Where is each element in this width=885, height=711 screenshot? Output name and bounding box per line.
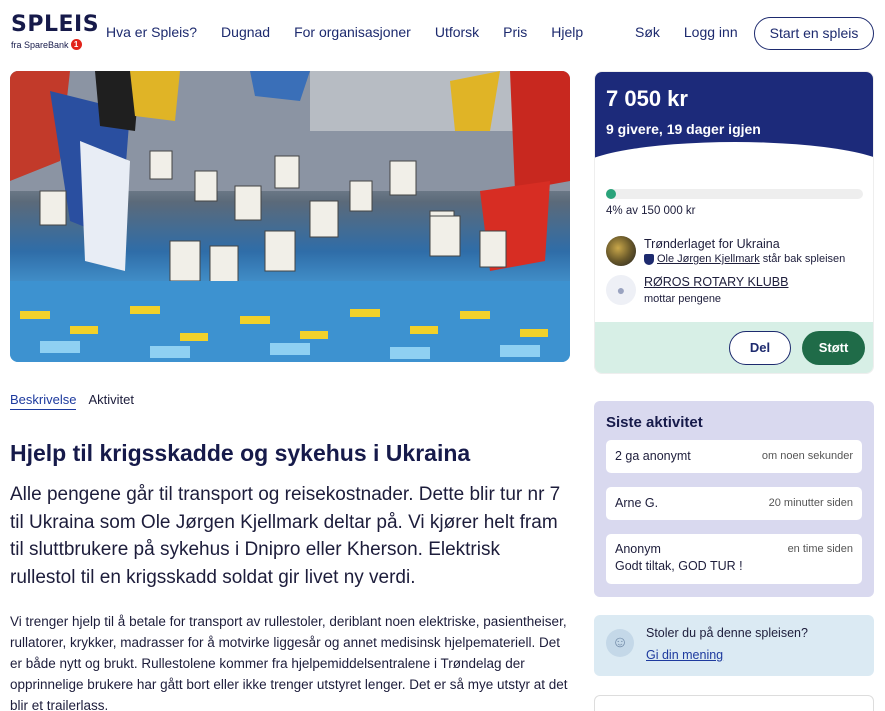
support-button[interactable]: Støtt [802, 331, 865, 365]
progress-bar-fill [606, 189, 617, 199]
header-actions: Søk Logg inn [635, 24, 738, 40]
organizer-avatar[interactable] [606, 236, 636, 266]
main-nav: Hva er Spleis? Dugnad For organisasjoner… [106, 24, 583, 40]
nav-item-hva-er-spleis[interactable]: Hva er Spleis? [106, 24, 197, 40]
summary-card-actions: Del Støtt [595, 322, 873, 373]
campaign-tabs: Beskrivelse Aktivitet [10, 392, 134, 410]
recipient: ● RØROS ROTARY KLUBB mottar pengene [606, 275, 788, 305]
organizer: Trønderlaget for Ukraina Ole Jørgen Kjel… [606, 236, 845, 266]
campaign-hero-image [10, 71, 570, 362]
activity-item-name: 2 ga anonymt [615, 449, 691, 463]
summary-card: 7 050 kr 9 givere, 19 dager igjen 4% av … [594, 71, 874, 374]
activity-item: 2 ga anonymt om noen sekunder [606, 440, 862, 473]
nav-item-for-organisasjoner[interactable]: For organisasjoner [294, 24, 411, 40]
neutral-face-icon: ☺ [606, 629, 634, 657]
give-opinion-link[interactable]: Gi din mening [646, 648, 723, 662]
organizer-person-link[interactable]: Ole Jørgen Kjellmark [657, 253, 760, 265]
logo-subtitle-text: fra SpareBank [11, 39, 69, 50]
activity-item-time: en time siden [787, 543, 853, 555]
summary-card-header: 7 050 kr 9 givere, 19 dager igjen [595, 72, 873, 202]
trust-question: Stoler du på denne spleisen? [646, 626, 808, 640]
recent-activity: Siste aktivitet 2 ga anonymt om noen sek… [594, 401, 874, 597]
activity-item-name: Anonym [615, 542, 661, 556]
campaign-title: Hjelp til krigsskadde og sykehus i Ukrai… [10, 440, 471, 466]
organizer-suffix: står bak spleisen [762, 253, 846, 265]
trust-feedback: ☺ Stoler du på denne spleisen? Gi din me… [594, 615, 874, 676]
campaign-lead: Alle pengene går til transport og reisek… [10, 484, 561, 588]
logo-wordmark: SPLEIS [11, 12, 100, 37]
nav-item-utforsk[interactable]: Utforsk [435, 24, 479, 40]
activity-item-time: om noen sekunder [761, 450, 853, 462]
recipient-sub: mottar pengene [644, 293, 722, 305]
goal-text: 4% av 150 000 kr [606, 205, 696, 217]
spleis-logo[interactable]: SPLEIS fra SpareBank 1 [11, 14, 99, 50]
organizer-name: Trønderlaget for Ukraina [644, 237, 780, 251]
tab-description[interactable]: Beskrivelse [10, 392, 77, 410]
nav-item-hjelp[interactable]: Hjelp [551, 24, 583, 40]
share-button[interactable]: Del [729, 331, 791, 365]
activity-item-name: Arne G. [615, 496, 659, 510]
sparebank-badge-icon: 1 [70, 39, 82, 50]
nav-item-dugnad[interactable]: Dugnad [221, 24, 270, 40]
tab-activity[interactable]: Aktivitet [88, 392, 134, 410]
verified-shield-icon [644, 253, 654, 265]
progress-bar [606, 189, 863, 199]
raised-amount: 7 050 kr [606, 86, 688, 111]
activity-item-time: 20 minutter siden [768, 497, 853, 509]
login-link[interactable]: Logg inn [684, 24, 738, 40]
activity-item: Anonym en time siden Godt tiltak, GOD TU… [606, 534, 862, 584]
givers-days-left: 9 givere, 19 dager igjen [606, 121, 761, 137]
organizer-person-line: Ole Jørgen Kjellmark står bak spleisen [644, 253, 845, 265]
logo-subtitle: fra SpareBank 1 [11, 39, 99, 50]
nav-item-pris[interactable]: Pris [503, 24, 527, 40]
search-link[interactable]: Søk [635, 24, 660, 40]
activity-item-message: Godt tiltak, GOD TUR ! [615, 559, 743, 573]
recipient-name-link[interactable]: RØROS ROTARY KLUBB [644, 275, 788, 289]
recent-activity-title: Siste aktivitet [606, 414, 703, 431]
campaign-body: Vi trenger hjelp til å betale for transp… [10, 614, 568, 711]
recipient-avatar-icon: ● [606, 275, 636, 305]
activity-item: Arne G. 20 minutter siden [606, 487, 862, 520]
memorial-flags-photo [10, 71, 570, 362]
next-card-partial [594, 695, 874, 711]
start-spleis-button[interactable]: Start en spleis [754, 17, 874, 50]
